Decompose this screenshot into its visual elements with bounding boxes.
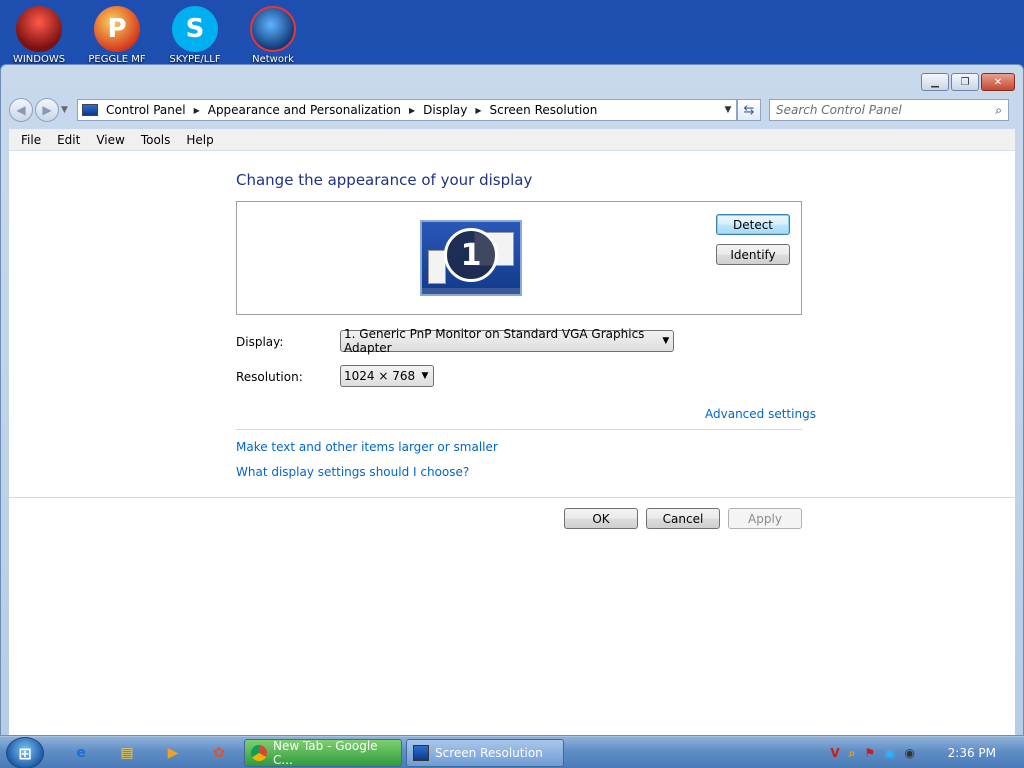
menu-edit[interactable]: Edit xyxy=(49,133,88,147)
explorer-icon[interactable]: ▤ xyxy=(116,742,138,764)
display-label: Display: xyxy=(236,335,284,349)
monitor-preview-panel: 1 Detect Identify xyxy=(236,201,802,315)
display-settings-help-link[interactable]: What display settings should I choose? xyxy=(236,465,469,479)
chrome-icon xyxy=(251,745,267,761)
peggle-icon: P xyxy=(94,6,140,52)
display-select[interactable]: 1. Generic PnP Monitor on Standard VGA G… xyxy=(340,327,674,355)
breadcrumb: Control Panel ▶ Appearance and Personali… xyxy=(106,103,597,117)
breadcrumb-item-control-panel[interactable]: Control Panel xyxy=(106,103,186,117)
system-tray: V ⌕ ⚑ ▣ ◉ xyxy=(830,737,924,768)
antivirus-icon[interactable]: V xyxy=(830,746,839,760)
network-icon[interactable]: ▣ xyxy=(884,746,895,760)
menu-view[interactable]: View xyxy=(88,133,132,147)
resolution-select[interactable]: 1024 × 768 ▼ xyxy=(340,365,434,387)
windows-logo-icon[interactable]: ⊞ xyxy=(6,737,44,768)
control-panel-icon xyxy=(82,104,98,116)
paint-icon[interactable]: ✿ xyxy=(208,742,230,764)
text-size-link[interactable]: Make text and other items larger or smal… xyxy=(236,440,498,454)
skype-icon: S xyxy=(172,6,218,52)
desktop-icon-network[interactable]: Network xyxy=(238,4,308,65)
taskbar: ⊞ e ▤ ▶ ✿ New Tab - Google C... Screen R… xyxy=(0,736,1024,768)
page-title: Change the appearance of your display xyxy=(236,171,533,189)
resolution-select-value: 1024 × 768 xyxy=(344,369,416,383)
desktop-icon-skype[interactable]: S SKYPE/LLF xyxy=(160,4,230,65)
breadcrumb-item-appearance[interactable]: Appearance and Personalization xyxy=(208,103,401,117)
desktop-icon-windows[interactable]: WINDOWS xyxy=(4,4,74,65)
network-icon xyxy=(250,6,296,52)
resolution-label: Resolution: xyxy=(236,370,303,384)
menu-file[interactable]: File xyxy=(13,133,49,147)
volume-icon[interactable]: ◉ xyxy=(905,746,915,760)
divider xyxy=(9,497,1017,498)
menu-help[interactable]: Help xyxy=(178,133,221,147)
menu-tools[interactable]: Tools xyxy=(133,133,179,147)
apply-button[interactable]: Apply xyxy=(728,508,802,529)
desktop-icon-peggle[interactable]: P PEGGLE MF xyxy=(82,4,152,65)
window-controls: ▁ ❐ ✕ xyxy=(921,73,1015,91)
taskbar-task-label: Screen Resolution xyxy=(435,746,543,760)
flag-icon[interactable]: ⚑ xyxy=(864,746,875,760)
chevron-right-icon[interactable]: ▶ xyxy=(194,106,200,115)
search-placeholder: Search Control Panel xyxy=(776,103,902,117)
forward-button[interactable]: ▶ xyxy=(35,98,59,122)
breadcrumb-item-display[interactable]: Display xyxy=(423,103,467,117)
chevron-right-icon[interactable]: ▶ xyxy=(475,106,481,115)
search-icon[interactable]: ⌕ xyxy=(995,103,1002,118)
detect-button[interactable]: Detect xyxy=(716,214,790,235)
cancel-button[interactable]: Cancel xyxy=(646,508,720,529)
clock[interactable]: 2:36 PM xyxy=(948,746,996,760)
identify-button[interactable]: Identify xyxy=(716,244,790,265)
taskbar-task-chrome[interactable]: New Tab - Google C... xyxy=(244,739,402,767)
taskbar-task-label: New Tab - Google C... xyxy=(272,739,378,767)
ok-button[interactable]: OK xyxy=(564,508,638,529)
monitor-1-icon[interactable]: 1 xyxy=(420,220,522,296)
back-button[interactable]: ◀ xyxy=(9,98,33,122)
taskbar-task-screen-resolution[interactable]: Screen Resolution xyxy=(406,739,564,767)
chevron-down-icon: ▼ xyxy=(421,371,429,381)
close-button[interactable]: ✕ xyxy=(981,73,1015,91)
advanced-settings-link[interactable]: Advanced settings xyxy=(705,407,816,421)
content-pane: Change the appearance of your display 1 … xyxy=(9,151,1017,735)
ie-icon[interactable]: e xyxy=(70,742,92,764)
control-panel-icon xyxy=(413,745,429,761)
media-player-icon[interactable]: ▶ xyxy=(162,742,184,764)
chevron-down-icon[interactable]: ▼ xyxy=(720,105,736,115)
restore-button[interactable]: ❐ xyxy=(951,73,979,91)
address-bar[interactable]: Control Panel ▶ Appearance and Personali… xyxy=(77,99,737,121)
search-input[interactable]: Search Control Panel ⌕ xyxy=(769,99,1009,121)
divider xyxy=(236,429,802,430)
refresh-button[interactable]: ⇆ xyxy=(737,99,761,121)
recent-pages-dropdown[interactable]: ▼ xyxy=(61,105,73,115)
control-panel-window: ▁ ❐ ✕ ◀ ▶ ▼ Control Panel ▶ Appearance a… xyxy=(0,64,1024,736)
menu-bar: File Edit View Tools Help xyxy=(9,129,1015,151)
taskbar-thumbnail xyxy=(422,288,520,294)
minimize-button[interactable]: ▁ xyxy=(921,73,949,91)
windows-app-icon xyxy=(16,6,62,52)
search-tool-icon[interactable]: ⌕ xyxy=(849,746,856,761)
monitor-number: 1 xyxy=(444,228,498,282)
breadcrumb-item-screen-resolution[interactable]: Screen Resolution xyxy=(490,103,598,117)
chevron-right-icon[interactable]: ▶ xyxy=(409,106,415,115)
navigation-bar: ◀ ▶ ▼ Control Panel ▶ Appearance and Per… xyxy=(9,97,1015,123)
chevron-down-icon: ▼ xyxy=(662,336,670,346)
display-select-value: 1. Generic PnP Monitor on Standard VGA G… xyxy=(344,327,645,355)
